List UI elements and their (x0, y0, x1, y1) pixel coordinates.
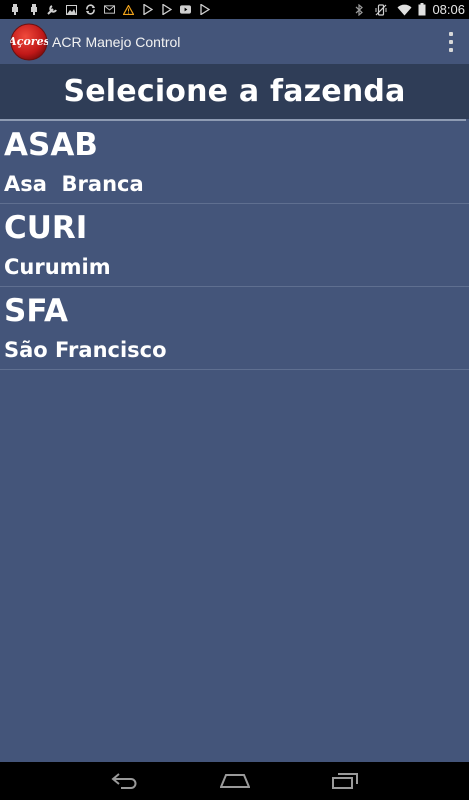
screen: 08:06 Açores ACR Manejo Control Selecion… (0, 0, 469, 800)
battery-icon (418, 3, 426, 16)
wrench-icon (47, 4, 58, 15)
recent-apps-button[interactable] (325, 766, 365, 796)
play-store-icon (142, 4, 153, 15)
action-bar: Açores ACR Manejo Control (0, 19, 469, 64)
farm-name: São Francisco (4, 338, 167, 362)
navigation-bar (0, 762, 469, 800)
app-title: ACR Manejo Control (52, 33, 181, 50)
home-icon (219, 774, 250, 788)
recent-apps-icon (331, 773, 358, 789)
sync-icon (85, 4, 96, 15)
app-logo-text: Açores (10, 35, 48, 48)
farm-code: CURI (4, 210, 88, 246)
status-bar: 08:06 (0, 0, 469, 19)
back-button[interactable] (105, 766, 145, 796)
system-icons: 08:06 (349, 2, 465, 17)
farm-code: SFA (4, 293, 68, 329)
page-title: Selecione a fazenda (63, 74, 406, 109)
warning-icon (123, 4, 134, 15)
notification-icons (9, 4, 218, 15)
play-store-icon (199, 4, 210, 15)
image-icon (66, 4, 77, 15)
farm-code: ASAB (4, 127, 98, 163)
farm-name: Asa Branca (4, 172, 144, 196)
app-logo: Açores (7, 23, 50, 61)
page-header: Selecione a fazenda (0, 64, 469, 119)
vibrate-icon (375, 3, 387, 16)
overflow-dot (449, 48, 453, 52)
farm-name: Curumim (4, 255, 111, 279)
overflow-dot (449, 40, 453, 44)
farm-item-sfa[interactable]: SFA São Francisco (0, 287, 469, 370)
bluetooth-icon (355, 3, 364, 16)
gmail-icon (104, 4, 115, 15)
clock: 08:06 (432, 2, 465, 17)
play-store-icon (161, 4, 172, 15)
usb-icon (9, 4, 20, 15)
wifi-icon (397, 4, 412, 16)
back-icon (110, 773, 136, 789)
overflow-dot (449, 32, 453, 36)
farm-item-asab[interactable]: ASAB Asa Branca (0, 121, 469, 204)
farm-list: ASAB Asa Branca CURI Curumim SFA São Fra… (0, 121, 469, 370)
youtube-icon (180, 4, 191, 15)
home-button[interactable] (215, 766, 255, 796)
farm-item-curi[interactable]: CURI Curumim (0, 204, 469, 287)
overflow-menu-button[interactable] (447, 32, 455, 52)
usb-icon (28, 4, 39, 15)
